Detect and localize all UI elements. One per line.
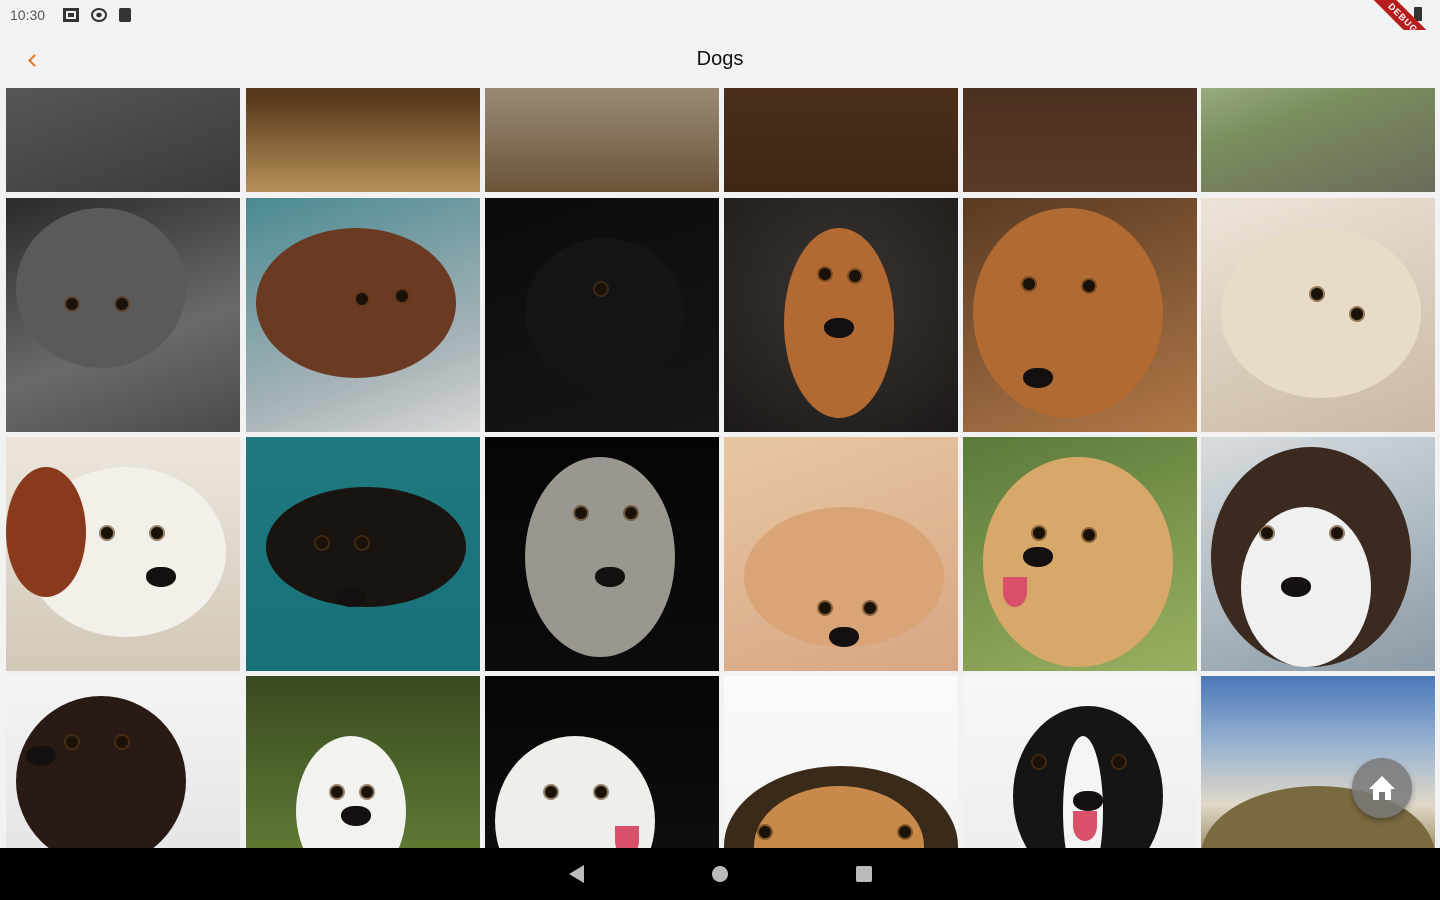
- photo-grid[interactable]: [0, 88, 1440, 848]
- app-bar: Dogs: [0, 30, 1440, 88]
- gallery-tile[interactable]: [963, 88, 1197, 192]
- gallery-tile[interactable]: [485, 437, 719, 671]
- gallery-tile[interactable]: [1201, 198, 1435, 432]
- gallery-tile[interactable]: [963, 198, 1197, 432]
- home-button[interactable]: [1352, 758, 1412, 818]
- gallery-tile[interactable]: [1201, 437, 1435, 671]
- gallery-tile[interactable]: [485, 676, 719, 848]
- home-circle-icon: [712, 866, 728, 882]
- home-icon: [1369, 776, 1395, 800]
- page-title: Dogs: [696, 48, 744, 70]
- gallery-tile[interactable]: [6, 198, 240, 432]
- status-time: 10:30: [10, 7, 46, 23]
- gallery-tile[interactable]: [485, 198, 719, 432]
- gallery-tile[interactable]: [6, 676, 240, 848]
- gallery-tile[interactable]: [724, 198, 958, 432]
- sync-icon: [91, 8, 108, 22]
- nav-back-button[interactable]: [564, 862, 588, 886]
- sd-card-icon: [119, 8, 132, 22]
- gallery-tile[interactable]: [485, 88, 719, 192]
- gallery-tile[interactable]: [1201, 88, 1435, 192]
- gallery-tile[interactable]: [724, 88, 958, 192]
- back-triangle-icon: [568, 865, 584, 883]
- gallery-tile[interactable]: [6, 88, 240, 192]
- nav-home-button[interactable]: [708, 862, 732, 886]
- gallery-tile[interactable]: [6, 437, 240, 671]
- system-nav-bar: [0, 848, 1440, 900]
- nav-recents-button[interactable]: [852, 862, 876, 886]
- gallery-tile[interactable]: [246, 676, 480, 848]
- recents-square-icon: [856, 866, 872, 882]
- gallery-tile[interactable]: [963, 676, 1197, 848]
- status-bar: 10:30: [0, 0, 1440, 30]
- gallery-tile[interactable]: [724, 437, 958, 671]
- gallery-tile[interactable]: [963, 437, 1197, 671]
- storage-icon: [63, 8, 80, 22]
- gallery-tile[interactable]: [724, 676, 958, 848]
- gallery-tile[interactable]: [246, 88, 480, 192]
- gallery-tile[interactable]: [246, 198, 480, 432]
- gallery-tile[interactable]: [1201, 676, 1435, 848]
- gallery-tile[interactable]: [246, 437, 480, 671]
